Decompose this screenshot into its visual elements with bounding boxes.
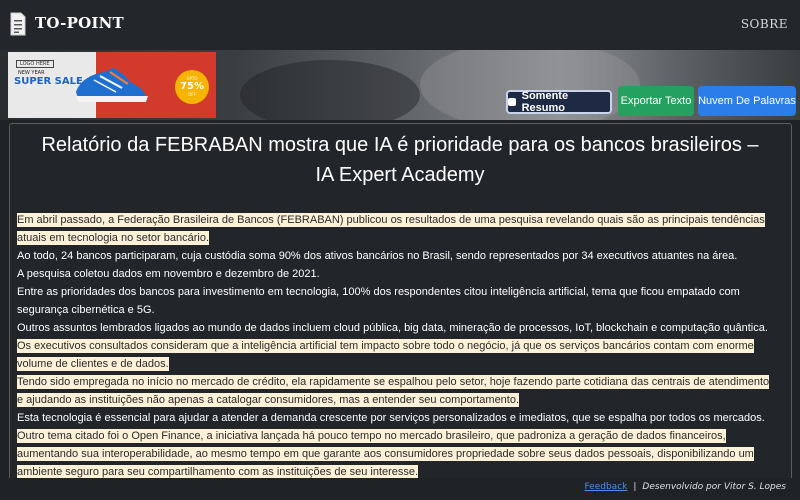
article-sentence: Outro tema citado foi o Open Finance, a … — [17, 427, 777, 481]
export-text-button[interactable]: Exportar Texto — [618, 86, 694, 116]
top-navbar: TO-POINT SOBRE — [0, 0, 800, 50]
discount-badge-value: 75% — [180, 81, 204, 92]
highlighted-sentence-text: Outro tema citado foi o Open Finance, a … — [17, 429, 754, 479]
highlighted-sentence-text: Os executivos consultados consideram que… — [17, 339, 754, 371]
discount-badge: UPTO 75% OFF — [175, 70, 209, 104]
article-sentence: Tendo sido empregada no início no mercad… — [17, 373, 777, 409]
article-sentence: Ao todo, 24 bancos participaram, cuja cu… — [17, 247, 777, 265]
summary-only-toggle[interactable]: Somente Resumo — [506, 90, 612, 114]
sentence-text: Entre as prioridades dos bancos para inv… — [17, 286, 740, 316]
brand-name[interactable]: TO-POINT — [35, 14, 124, 32]
checkbox-icon[interactable] — [508, 98, 516, 106]
discount-badge-bottom: OFF — [188, 92, 196, 97]
sentence-text: Ao todo, 24 bancos participaram, cuja cu… — [17, 250, 738, 262]
article-card: Relatório da FEBRABAN mostra que IA é pr… — [9, 123, 792, 490]
sentence-text: Outros assuntos lembrados ligados ao mun… — [17, 322, 768, 334]
article-title: Relatório da FEBRABAN mostra que IA é pr… — [41, 134, 759, 186]
article-sentence: Os executivos consultados consideram que… — [17, 337, 777, 373]
highlighted-sentence-text: Em abril passado, a Federação Brasileira… — [17, 213, 765, 245]
developer-credit: Desenvolvido por Vitor S. Lopes — [642, 482, 786, 492]
footer: Feedback | Desenvolvido por Vitor S. Lopes — [0, 478, 800, 500]
word-cloud-button[interactable]: Nuvem De Palavras — [698, 86, 796, 116]
nav-link-about[interactable]: SOBRE — [741, 17, 788, 31]
advertisement-banner[interactable]: LOGO HERE NEW YEAR SUPER SALE UPTO 75% O… — [8, 52, 216, 118]
sentence-text: Esta tecnologia é essencial para ajudar … — [17, 412, 765, 424]
footer-separator: | — [633, 482, 637, 492]
hero-background-shape — [240, 60, 420, 120]
sentence-text: A pesquisa coletou dados em novembro e d… — [17, 268, 320, 280]
ad-logo-tag: LOGO HERE — [16, 60, 54, 68]
summary-only-label: Somente Resumo — [521, 90, 569, 114]
article-sentence: Esta tecnologia é essencial para ajudar … — [17, 409, 777, 427]
article-sentence: A pesquisa coletou dados em novembro e d… — [17, 265, 777, 283]
article-body: Em abril passado, a Federação Brasileira… — [17, 211, 777, 481]
article-sentence: Outros assuntos lembrados ligados ao mun… — [17, 319, 777, 337]
article-sentence: Entre as prioridades dos bancos para inv… — [17, 283, 777, 319]
sneaker-icon — [76, 68, 148, 102]
feedback-link[interactable]: Feedback — [585, 482, 628, 492]
article-sentence: Em abril passado, a Federação Brasileira… — [17, 211, 777, 247]
document-icon — [10, 12, 26, 36]
highlighted-sentence-text: Tendo sido empregada no início no mercad… — [17, 375, 770, 407]
